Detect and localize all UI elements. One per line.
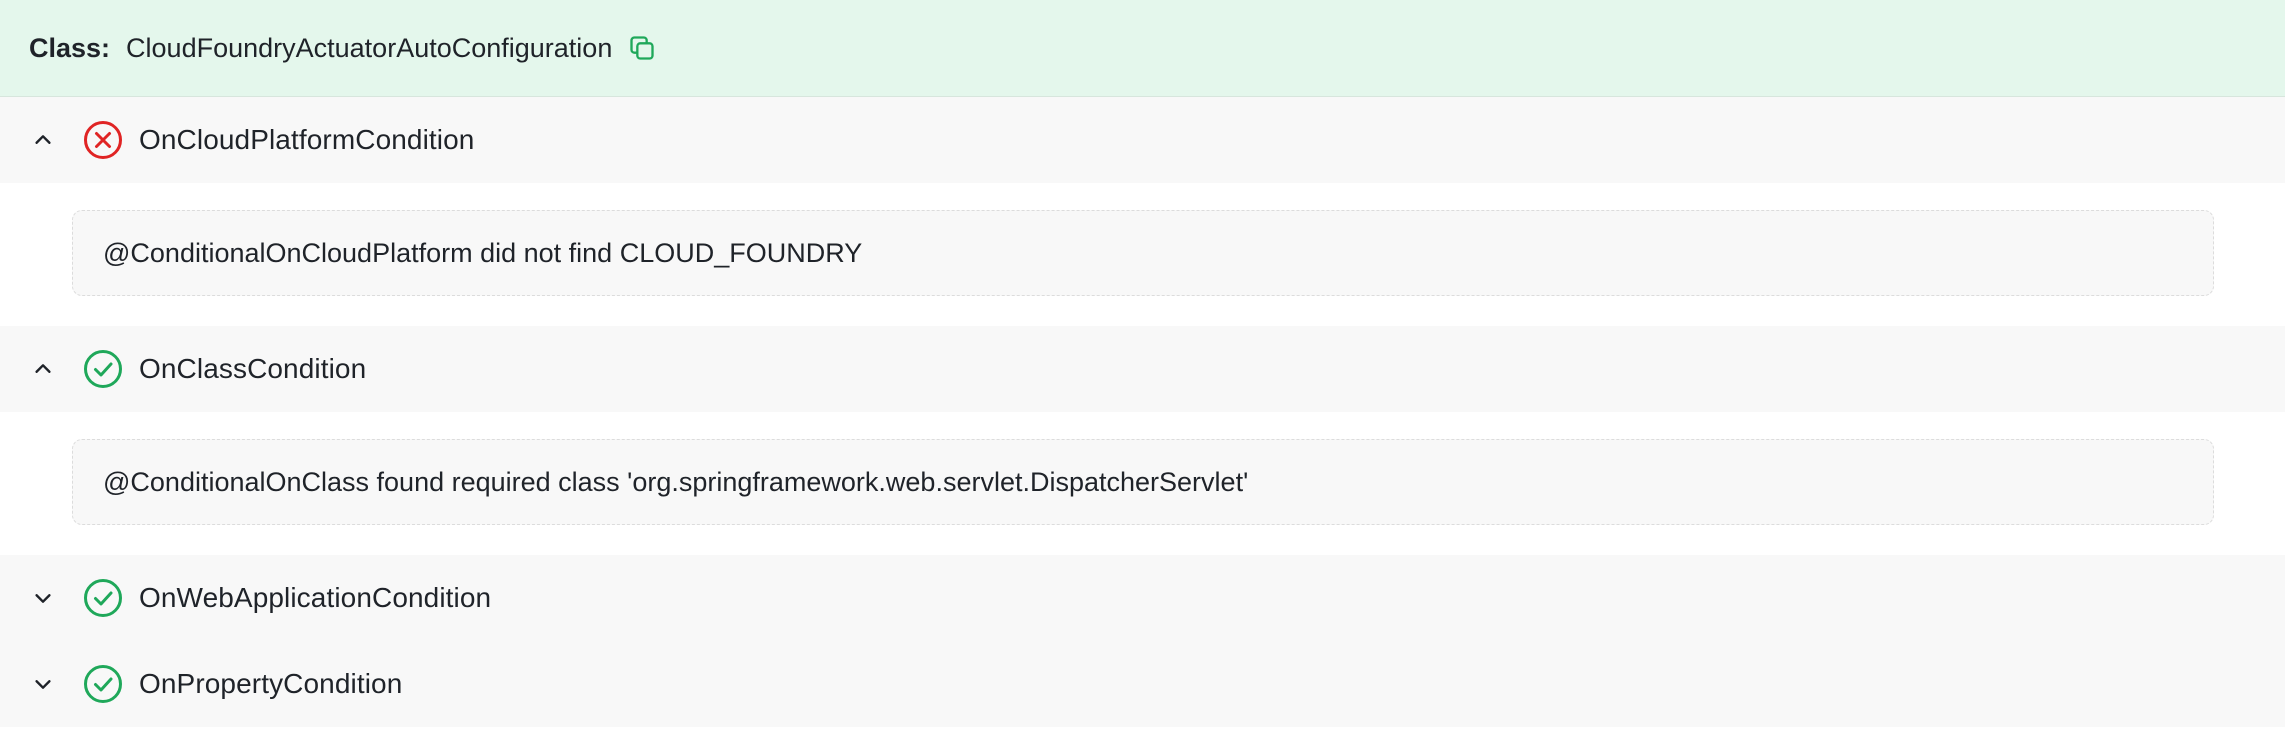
condition-row-on-property[interactable]: OnPropertyCondition xyxy=(0,641,2285,727)
condition-detail: @ConditionalOnCloudPlatform did not find… xyxy=(0,183,2285,326)
condition-row-on-web-application[interactable]: OnWebApplicationCondition xyxy=(0,555,2285,641)
class-name: CloudFoundryActuatorAutoConfiguration xyxy=(126,32,613,63)
class-header: Class: CloudFoundryActuatorAutoConfigura… xyxy=(0,0,2285,97)
condition-name: OnPropertyCondition xyxy=(139,668,403,699)
class-label: Class: xyxy=(29,32,111,63)
chevron-up-icon[interactable] xyxy=(0,129,86,151)
condition-message-box: @ConditionalOnCloudPlatform did not find… xyxy=(72,210,2214,296)
failure-icon xyxy=(83,120,123,160)
success-icon xyxy=(83,578,123,618)
condition-name: OnClassCondition xyxy=(139,353,367,384)
success-icon xyxy=(83,349,123,389)
condition-row-on-class[interactable]: OnClassCondition xyxy=(0,326,2285,412)
condition-message: @ConditionalOnCloudPlatform did not find… xyxy=(103,237,863,268)
condition-name: OnCloudPlatformCondition xyxy=(139,124,475,155)
condition-name: OnWebApplicationCondition xyxy=(139,582,492,613)
chevron-down-icon[interactable] xyxy=(0,587,86,609)
chevron-up-icon[interactable] xyxy=(0,358,86,380)
copy-icon[interactable] xyxy=(628,34,656,62)
success-icon xyxy=(83,664,123,704)
chevron-down-icon[interactable] xyxy=(0,673,86,695)
condition-detail: @ConditionalOnClass found required class… xyxy=(0,412,2285,555)
condition-message-box: @ConditionalOnClass found required class… xyxy=(72,439,2214,525)
condition-row-on-cloud-platform[interactable]: OnCloudPlatformCondition xyxy=(0,97,2285,183)
condition-message: @ConditionalOnClass found required class… xyxy=(103,466,1249,497)
